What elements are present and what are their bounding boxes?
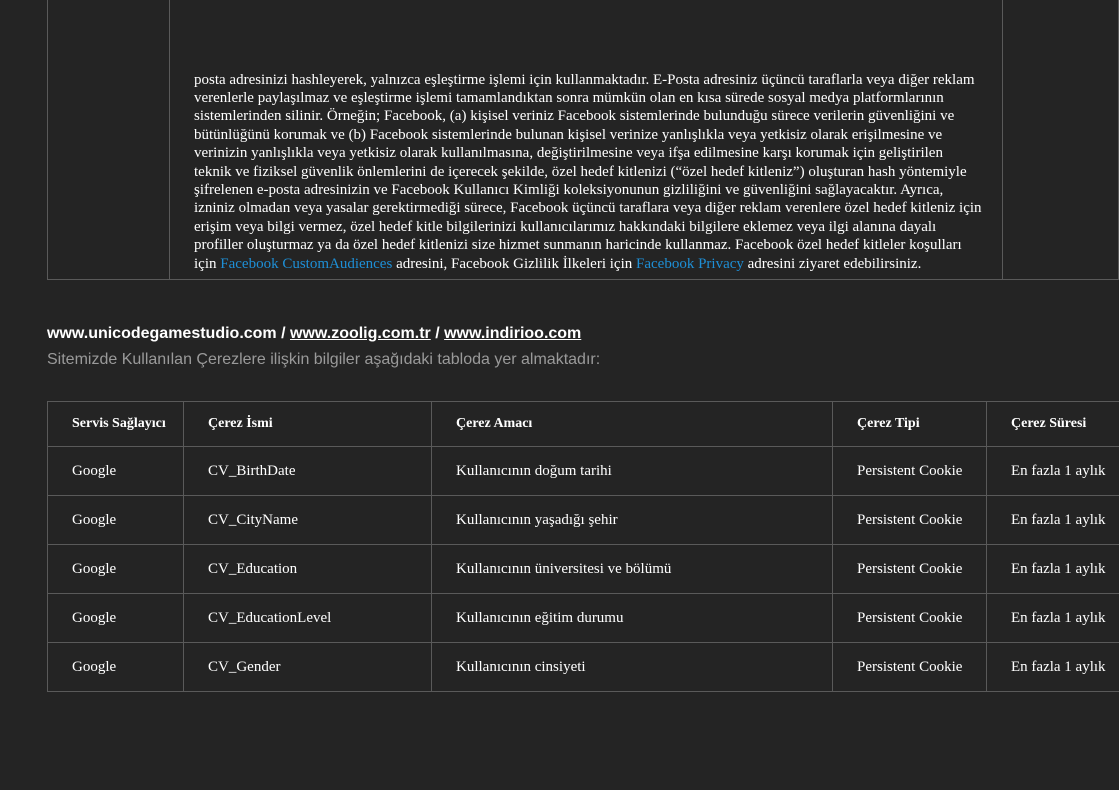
header-cookie-duration: Çerez Süresi	[986, 401, 1119, 447]
cell-cookie-type: Persistent Cookie	[832, 446, 987, 496]
table-cell	[1002, 0, 1119, 280]
cell-cookie-name: CV_Education	[183, 544, 432, 594]
cell-cookie-purpose: Kullanıcının üniversitesi ve bölümü	[431, 544, 833, 594]
header-cookie-name: Çerez İsmi	[183, 401, 432, 447]
cell-cookie-purpose: Kullanıcının yaşadığı şehir	[431, 495, 833, 545]
site-separator: /	[430, 325, 445, 342]
cell-cookie-type: Persistent Cookie	[832, 544, 987, 594]
table-row: Google CV_EducationLevel Kullanıcının eğ…	[47, 593, 1119, 643]
cell-cookie-name: CV_BirthDate	[183, 446, 432, 496]
cell-cookie-type: Persistent Cookie	[832, 593, 987, 643]
cookie-table-intro: Sitemizde Kullanılan Çerezlere ilişkin b…	[47, 351, 601, 368]
cookie-table: Servis Sağlayıcı Çerez İsmi Çerez Amacı …	[47, 401, 1119, 692]
cell-cookie-type: Persistent Cookie	[832, 642, 987, 692]
facebook-audience-paragraph: posta adresinizi hashleyerek, yalnızca e…	[170, 71, 1002, 279]
cell-provider: Google	[47, 544, 184, 594]
table-cell	[47, 0, 170, 280]
cell-cookie-name: CV_CityName	[183, 495, 432, 545]
cell-cookie-duration: En fazla 1 aylık	[986, 544, 1119, 594]
site-list-heading: www.unicodegamestudio.com / www.zoolig.c…	[47, 325, 581, 343]
facebook-customaudiences-link[interactable]: Facebook CustomAudiences	[220, 256, 392, 272]
header-cookie-purpose: Çerez Amacı	[431, 401, 833, 447]
header-provider: Servis Sağlayıcı	[47, 401, 184, 447]
paragraph-text: posta adresinizi hashleyerek, yalnızca e…	[194, 71, 982, 272]
cell-provider: Google	[47, 495, 184, 545]
table-row: Google CV_Gender Kullanıcının cinsiyeti …	[47, 642, 1119, 692]
site-separator: /	[276, 325, 290, 342]
cell-cookie-duration: En fazla 1 aylık	[986, 593, 1119, 643]
cell-provider: Google	[47, 446, 184, 496]
cell-cookie-type: Persistent Cookie	[832, 495, 987, 545]
site-indirioo-link[interactable]: www.indirioo.com	[444, 325, 581, 342]
cell-cookie-purpose: Kullanıcının doğum tarihi	[431, 446, 833, 496]
cell-provider: Google	[47, 593, 184, 643]
cell-provider: Google	[47, 642, 184, 692]
previous-table-continuation: posta adresinizi hashleyerek, yalnızca e…	[47, 0, 1119, 280]
table-row: posta adresinizi hashleyerek, yalnızca e…	[47, 0, 1119, 280]
cell-cookie-purpose: Kullanıcının cinsiyeti	[431, 642, 833, 692]
cell-cookie-duration: En fazla 1 aylık	[986, 495, 1119, 545]
table-row: Google CV_BirthDate Kullanıcının doğum t…	[47, 446, 1119, 496]
cell-cookie-purpose: Kullanıcının eğitim durumu	[431, 593, 833, 643]
cell-cookie-name: CV_Gender	[183, 642, 432, 692]
site-zoolig-link[interactable]: www.zoolig.com.tr	[290, 325, 431, 342]
site-unicodegamestudio: www.unicodegamestudio.com	[47, 325, 277, 342]
cell-cookie-duration: En fazla 1 aylık	[986, 446, 1119, 496]
cell-cookie-duration: En fazla 1 aylık	[986, 642, 1119, 692]
table-header-row: Servis Sağlayıcı Çerez İsmi Çerez Amacı …	[47, 401, 1119, 447]
facebook-privacy-link[interactable]: Facebook Privacy	[636, 256, 744, 272]
table-row: Google CV_CityName Kullanıcının yaşadığı…	[47, 495, 1119, 545]
paragraph-text: adresini, Facebook Gizlilik İlkeleri içi…	[392, 255, 636, 272]
header-cookie-type: Çerez Tipi	[832, 401, 987, 447]
paragraph-text: adresini ziyaret edebilirsiniz.	[743, 255, 922, 272]
cell-cookie-name: CV_EducationLevel	[183, 593, 432, 643]
table-cell: posta adresinizi hashleyerek, yalnızca e…	[169, 0, 1003, 280]
table-row: Google CV_Education Kullanıcının ünivers…	[47, 544, 1119, 594]
